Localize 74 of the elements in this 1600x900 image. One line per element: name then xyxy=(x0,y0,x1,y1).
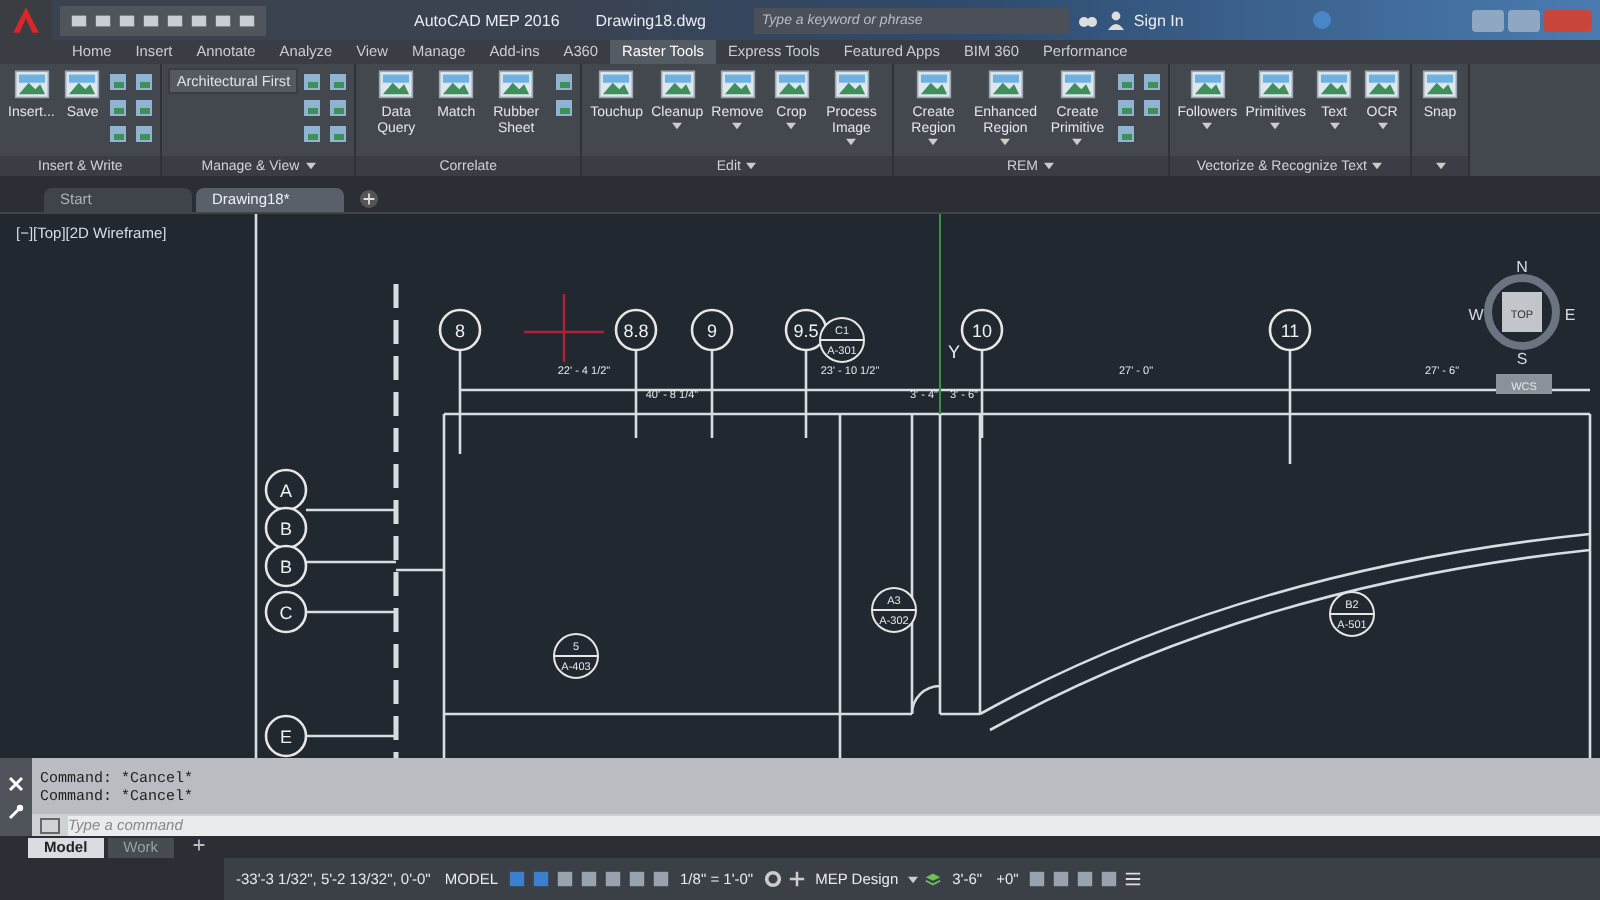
file-name: Drawing18.dwg xyxy=(595,11,706,29)
picture-icon xyxy=(985,68,1026,104)
compass-ring xyxy=(1484,274,1560,350)
tool-icon[interactable] xyxy=(108,98,129,118)
compass-label[interactable]: N xyxy=(1516,258,1528,276)
caret-icon[interactable] xyxy=(1044,162,1055,170)
picture-icon xyxy=(1314,68,1355,104)
tool-icon[interactable] xyxy=(1141,98,1162,118)
picture-icon xyxy=(11,68,52,104)
grid-bubble: 10 xyxy=(960,308,1004,352)
caret-icon[interactable] xyxy=(908,875,919,883)
new-layout-icon[interactable] xyxy=(190,836,209,854)
compass-label[interactable]: W xyxy=(1468,306,1484,324)
picture-icon xyxy=(771,68,812,104)
grid-bubble: B xyxy=(264,544,308,588)
picture-icon xyxy=(496,68,537,104)
tool-icon[interactable] xyxy=(328,124,349,144)
grid-bubble: 8 xyxy=(438,308,482,352)
picture-icon xyxy=(913,68,954,104)
tool-icon[interactable] xyxy=(302,124,323,144)
caret-icon[interactable] xyxy=(1372,162,1383,170)
tool-icon[interactable] xyxy=(108,72,129,92)
caret-icon[interactable] xyxy=(305,162,316,170)
picture-icon xyxy=(657,68,698,104)
grid-bubble: B xyxy=(264,506,308,550)
crosshair-cursor xyxy=(522,292,606,364)
layers-icon[interactable] xyxy=(924,870,943,888)
picture-icon xyxy=(1057,68,1098,104)
grid-bubble: A xyxy=(264,468,308,512)
sign-in-link[interactable]: Sign In xyxy=(1133,11,1184,29)
new-tab-icon[interactable] xyxy=(360,190,378,208)
tool-icon[interactable] xyxy=(134,98,155,118)
tool-icon[interactable] xyxy=(302,72,323,92)
picture-icon xyxy=(1362,68,1403,104)
user-icon xyxy=(1105,10,1126,30)
picture-icon xyxy=(717,68,758,104)
tool-icon[interactable] xyxy=(1115,72,1136,92)
grid-bubble: 11 xyxy=(1268,308,1312,352)
tool-icon[interactable] xyxy=(1141,72,1162,92)
tool-icon[interactable] xyxy=(134,124,155,144)
compass-label[interactable]: E xyxy=(1564,306,1576,324)
tool-icon[interactable] xyxy=(328,98,349,118)
tool-icon[interactable] xyxy=(134,72,155,92)
caret-icon[interactable] xyxy=(1435,162,1446,170)
wrench-icon[interactable] xyxy=(8,803,24,819)
plus-icon[interactable] xyxy=(787,870,806,888)
caret-icon[interactable] xyxy=(746,162,757,170)
app-logo-icon xyxy=(10,4,42,36)
command-prompt-icon[interactable] xyxy=(40,817,60,833)
menu-icon[interactable] xyxy=(1124,870,1143,888)
picture-icon xyxy=(831,68,872,104)
grid-bubble: E xyxy=(264,714,308,758)
picture-icon xyxy=(1187,68,1228,104)
grid-bubble: 9 xyxy=(690,308,734,352)
close-icon[interactable] xyxy=(8,775,24,791)
tool-icon[interactable] xyxy=(554,72,575,92)
window-title: AutoCAD MEP 2016 xyxy=(414,11,560,29)
compass-label[interactable]: S xyxy=(1516,350,1528,368)
grid-bubble: 8.8 xyxy=(614,308,658,352)
picture-icon xyxy=(596,68,637,104)
grid-bubble: C xyxy=(264,590,308,634)
app-menu-button[interactable] xyxy=(0,0,52,40)
axis-label: Y xyxy=(948,342,961,362)
picture-icon xyxy=(1255,68,1296,104)
tool-icon[interactable] xyxy=(1115,98,1136,118)
picture-icon xyxy=(1420,68,1461,104)
picture-icon xyxy=(62,68,103,104)
tool-icon[interactable] xyxy=(1115,124,1136,144)
picture-icon xyxy=(376,68,417,104)
tool-icon[interactable] xyxy=(328,72,349,92)
tool-icon[interactable] xyxy=(108,124,129,144)
tool-icon[interactable] xyxy=(554,98,575,118)
picture-icon xyxy=(436,68,477,104)
tool-icon[interactable] xyxy=(302,98,323,118)
